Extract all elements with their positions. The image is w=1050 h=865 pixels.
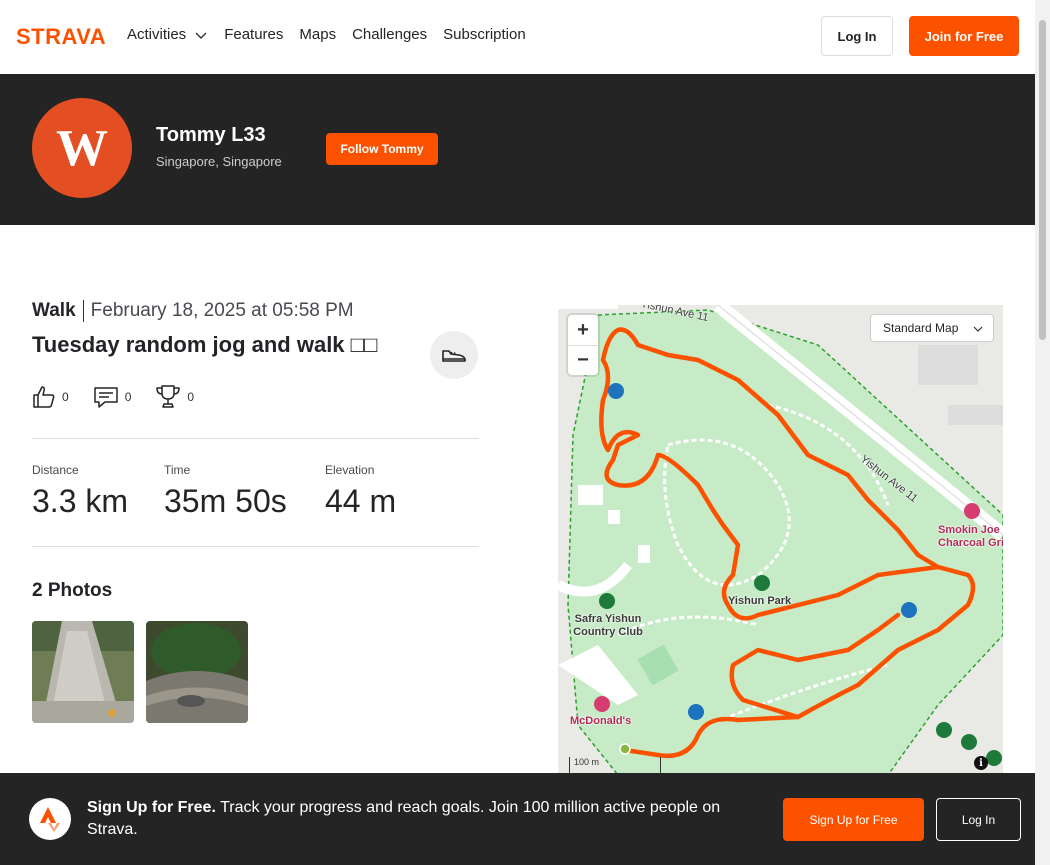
- top-nav: STRAVA Activities Features Maps Challeng…: [0, 0, 1035, 74]
- chevron-down-icon: [973, 326, 983, 332]
- login-button[interactable]: Log In: [821, 16, 893, 56]
- zoom-out-button[interactable]: −: [568, 345, 598, 375]
- thumbs-up-icon: [33, 386, 55, 408]
- strava-mark-icon: [29, 798, 71, 840]
- map-style-label: Standard Map: [883, 321, 959, 335]
- trophy-icon: [156, 385, 181, 408]
- chevron-down-icon: [195, 32, 207, 39]
- stat-label: Distance: [32, 463, 79, 477]
- stat-distance: Distance 3.3 km: [32, 463, 128, 520]
- photos-title: 2 Photos: [32, 580, 113, 601]
- athlete-name[interactable]: Tommy L33: [156, 124, 266, 147]
- restaurant-label: McDonald's: [570, 715, 632, 727]
- athlete-location: Singapore, Singapore: [156, 154, 282, 169]
- map-style-select[interactable]: Standard Map: [870, 314, 994, 342]
- divider: [32, 546, 479, 547]
- athlete-header: W Tommy L33 Singapore, Singapore Follow …: [0, 74, 1035, 225]
- avatar-initial: W: [56, 119, 108, 177]
- follow-button[interactable]: Follow Tommy: [326, 133, 438, 165]
- restaurant-label: Smokin Joe Charcoal Gri: [938, 524, 1003, 549]
- social-counts: 0 0 0: [32, 384, 218, 410]
- avatar[interactable]: W: [32, 98, 132, 198]
- activity-meta: Walk February 18, 2025 at 05:58 PM: [32, 300, 354, 322]
- kudos-value: 0: [62, 390, 69, 404]
- zoom-control: + −: [568, 315, 598, 375]
- comments-count[interactable]: 0: [93, 385, 132, 409]
- nav-features[interactable]: Features: [224, 26, 283, 43]
- stat-value: 3.3 km: [32, 483, 129, 519]
- activity-date: February 18, 2025 at 05:58 PM: [90, 300, 354, 321]
- photo-thumbnail[interactable]: [146, 621, 248, 723]
- route-map[interactable]: + − Standard Map Yishun Ave 11 Yishun Av…: [558, 305, 1003, 775]
- scrollbar[interactable]: [1035, 0, 1050, 865]
- divider: [32, 438, 479, 439]
- comments-value: 0: [124, 390, 132, 404]
- achievements-value: 0: [187, 390, 195, 404]
- activity-title: Tuesday random jog and walk □□: [32, 332, 378, 357]
- signup-banner: Sign Up for Free. Track your progress an…: [0, 773, 1035, 865]
- stat-elevation: Elevation 44 m: [325, 463, 396, 520]
- zoom-in-button[interactable]: +: [568, 315, 598, 345]
- shoe-icon: [430, 331, 478, 379]
- stat-label: Time: [164, 463, 191, 477]
- nav-maps[interactable]: Maps: [299, 26, 336, 43]
- stat-value: 35m 50s: [164, 483, 287, 519]
- club-label: Safra Yishun Country Club: [573, 613, 643, 638]
- photo-thumbnail[interactable]: [32, 621, 134, 723]
- svg-text:STRAVA: STRAVA: [16, 25, 106, 47]
- map-canvas: [558, 305, 1003, 775]
- info-icon[interactable]: i: [974, 756, 988, 770]
- activity-type: Walk: [32, 300, 84, 322]
- signup-message: Sign Up for Free. Track your progress an…: [87, 797, 757, 841]
- signup-button[interactable]: Sign Up for Free: [783, 798, 924, 841]
- stat-value: 44 m: [325, 483, 397, 519]
- strava-logo[interactable]: STRAVA: [16, 25, 112, 47]
- nav-subscription[interactable]: Subscription: [443, 26, 526, 43]
- nav-activities-label: Activities: [127, 26, 187, 43]
- kudos-count[interactable]: 0: [32, 385, 69, 409]
- stat-time: Time 35m 50s: [164, 463, 287, 520]
- page: STRAVA Activities Features Maps Challeng…: [0, 0, 1050, 865]
- scrollbar-thumb[interactable]: [1039, 20, 1046, 340]
- banner-login-button[interactable]: Log In: [936, 798, 1021, 841]
- join-button[interactable]: Join for Free: [909, 16, 1019, 56]
- park-label: Yishun Park: [728, 595, 792, 607]
- nav-challenges[interactable]: Challenges: [352, 26, 427, 43]
- nav-activities[interactable]: Activities: [127, 26, 208, 43]
- nav-links: Activities Features Maps Challenges Subs…: [127, 26, 542, 43]
- signup-headline: Sign Up for Free.: [87, 799, 216, 816]
- achievements-count[interactable]: 0: [155, 384, 194, 410]
- stat-label: Elevation: [325, 463, 375, 477]
- comment-icon: [93, 387, 118, 408]
